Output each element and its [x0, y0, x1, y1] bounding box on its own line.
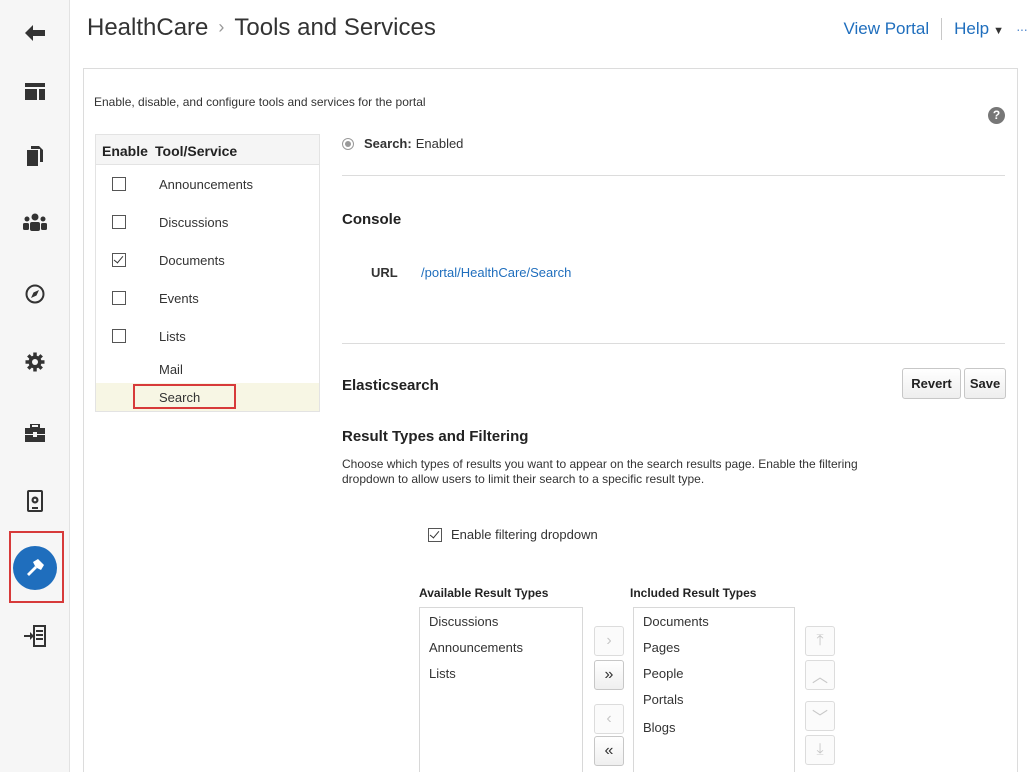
toolbox-icon[interactable]	[10, 411, 60, 455]
available-result-types-list[interactable]: Discussions Announcements Lists	[419, 607, 583, 772]
breadcrumb-separator: ›	[218, 17, 225, 37]
move-down-button[interactable]: ﹀	[805, 701, 835, 731]
tools-table-header: Enable Tool/Service	[96, 135, 319, 165]
section-divider	[342, 343, 1005, 344]
tool-row-discussions[interactable]: Discussions	[96, 203, 319, 241]
move-up-button[interactable]: ︿	[805, 660, 835, 690]
layout-icon[interactable]	[10, 69, 60, 113]
tool-row-documents[interactable]: Documents	[96, 241, 319, 279]
tool-label[interactable]: Events	[159, 291, 199, 306]
help-icon[interactable]: ?	[988, 107, 1005, 124]
tools-table: Enable Tool/Service Announcements Discus…	[95, 134, 320, 412]
tool-label[interactable]: Search	[159, 390, 200, 405]
more-icon[interactable]: ···	[1016, 21, 1027, 37]
move-all-button[interactable]: »	[594, 660, 624, 690]
status-value: Enabled	[415, 136, 464, 151]
included-result-types-header: Included Result Types	[630, 586, 757, 600]
move-selected-button[interactable]: ›	[594, 626, 624, 656]
panel-intro: Enable, disable, and configure tools and…	[94, 95, 426, 109]
list-item[interactable]: Documents	[643, 614, 709, 629]
list-item[interactable]: Discussions	[429, 614, 498, 629]
help-menu[interactable]: Help ▼	[954, 19, 1004, 39]
tool-label[interactable]: Lists	[159, 329, 186, 344]
move-top-button[interactable]: ⤒	[805, 626, 835, 656]
tool-row-announcements[interactable]: Announcements	[96, 165, 319, 203]
status-name: Search:	[364, 136, 412, 151]
caret-down-icon: ▼	[993, 25, 1004, 37]
tool-label[interactable]: Mail	[159, 362, 183, 377]
column-header-tool-service: Tool/Service	[155, 143, 238, 159]
url-label: URL	[371, 265, 398, 280]
breadcrumb: HealthCare › Tools and Services	[87, 14, 436, 42]
hammer-icon[interactable]	[10, 546, 60, 590]
included-result-types-list[interactable]: Documents Pages People Portals Blogs	[633, 607, 795, 772]
enable-checkbox[interactable]	[112, 215, 126, 229]
list-item[interactable]: Announcements	[429, 640, 523, 655]
compass-icon[interactable]	[10, 272, 60, 316]
device-settings-icon[interactable]	[10, 479, 60, 523]
enable-checkbox[interactable]	[112, 253, 126, 267]
list-item[interactable]: Blogs	[643, 720, 676, 735]
help-menu-label: Help	[954, 19, 990, 38]
available-result-types-header: Available Result Types	[419, 586, 549, 600]
tool-row-events[interactable]: Events	[96, 279, 319, 317]
members-icon[interactable]	[10, 200, 60, 244]
tool-label[interactable]: Announcements	[159, 177, 253, 192]
column-header-enable: Enable	[102, 143, 148, 159]
pages-icon[interactable]	[10, 134, 60, 178]
view-portal-link[interactable]: View Portal	[843, 19, 929, 39]
page-title: Tools and Services	[234, 14, 436, 41]
remove-selected-button[interactable]: ‹	[594, 704, 624, 734]
elasticsearch-title: Elasticsearch	[342, 377, 439, 394]
gear-icon[interactable]	[10, 340, 60, 384]
tool-row-mail[interactable]: Mail	[96, 350, 319, 382]
list-item[interactable]: Pages	[643, 640, 680, 655]
header-divider	[941, 18, 943, 40]
list-item[interactable]: Lists	[429, 666, 456, 681]
left-rail	[0, 0, 70, 772]
list-item[interactable]: Portals	[643, 692, 683, 707]
status-radio	[342, 137, 354, 150]
exit-icon[interactable]	[10, 614, 60, 658]
revert-button[interactable]: Revert	[902, 368, 961, 399]
tool-label[interactable]: Documents	[159, 253, 225, 268]
move-bottom-button[interactable]: ⤓	[805, 735, 835, 765]
tool-row-search[interactable]: Search	[96, 383, 319, 411]
enable-checkbox[interactable]	[112, 329, 126, 343]
console-title: Console	[342, 211, 402, 228]
tools-services-panel: Enable, disable, and configure tools and…	[83, 68, 1018, 772]
enable-checkbox[interactable]	[112, 177, 126, 191]
url-link[interactable]: /portal/HealthCare/Search	[421, 265, 571, 280]
tool-label[interactable]: Discussions	[159, 215, 228, 230]
list-item[interactable]: People	[643, 666, 683, 681]
result-types-title: Result Types and Filtering	[342, 428, 529, 445]
result-types-description: Choose which types of results you want t…	[342, 457, 858, 486]
remove-all-button[interactable]: «	[594, 736, 624, 766]
page-header: HealthCare › Tools and Services View Porta…	[70, 0, 1027, 58]
enable-checkbox[interactable]	[112, 291, 126, 305]
enable-filtering-checkbox[interactable]	[428, 528, 442, 542]
back-arrow-icon[interactable]	[10, 11, 60, 55]
header-actions: View Portal Help ▼ ···	[843, 18, 1027, 40]
section-divider	[342, 175, 1005, 176]
breadcrumb-root[interactable]: HealthCare	[87, 14, 208, 41]
active-rail-button[interactable]	[13, 546, 57, 590]
save-button[interactable]: Save	[964, 368, 1006, 399]
enable-filtering-label[interactable]: Enable filtering dropdown	[451, 527, 598, 542]
service-status: Search: Enabled	[342, 136, 463, 151]
